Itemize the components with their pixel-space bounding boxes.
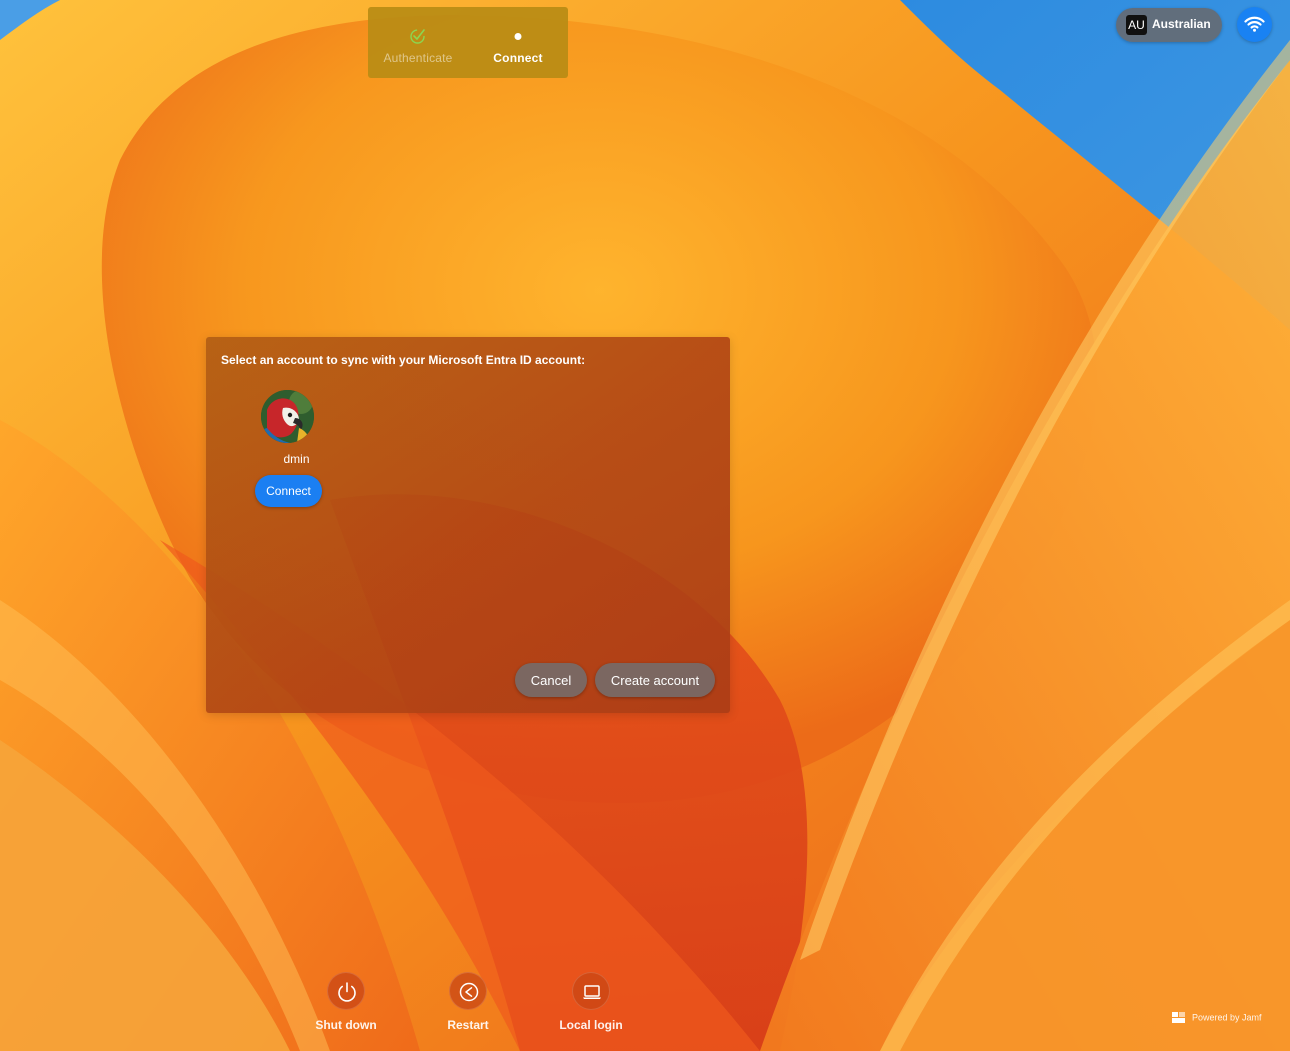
powered-by-footer: Powered by Jamf: [1172, 1012, 1262, 1026]
restart-icon: [459, 982, 479, 1002]
dot-icon: [514, 33, 522, 40]
login-screen: Authenticate Connect AU Australian Selec…: [0, 0, 1290, 1051]
dialog-title: Select an account to sync with your Micr…: [221, 353, 586, 367]
step-authenticate: Authenticate: [368, 7, 468, 78]
step-label: Authenticate: [383, 51, 453, 65]
local-login-label: Local login: [559, 1018, 623, 1032]
checkmark-icon: [410, 29, 425, 44]
laptop-icon: [583, 985, 601, 999]
keyboard-layout-badge: AU: [1126, 15, 1147, 35]
local-login-button[interactable]: Local login: [541, 972, 641, 1032]
power-icon: [338, 982, 356, 1002]
shutdown-circle[interactable]: [327, 972, 365, 1010]
jamf-logo-icon: [1172, 1012, 1185, 1024]
connect-button[interactable]: Connect: [255, 475, 322, 507]
step-connect: Connect: [468, 7, 568, 78]
shutdown-label: Shut down: [315, 1018, 377, 1032]
parrot-avatar: [261, 390, 314, 443]
restart-circle[interactable]: [449, 972, 487, 1010]
keyboard-input-selector[interactable]: AU Australian: [1116, 8, 1222, 42]
create-account-button[interactable]: Create account: [595, 663, 715, 697]
cancel-button[interactable]: Cancel: [515, 663, 587, 697]
wifi-button[interactable]: [1237, 7, 1272, 42]
progress-indicator: Authenticate Connect: [368, 7, 568, 78]
step-label: Connect: [493, 51, 543, 65]
account-name: dmin: [283, 452, 310, 466]
keyboard-layout-label: Australian: [1152, 17, 1211, 31]
shutdown-button[interactable]: Shut down: [296, 972, 396, 1032]
restart-label: Restart: [447, 1018, 489, 1032]
powered-by-text: Powered by Jamf: [1192, 1012, 1262, 1023]
account-sync-dialog: Select an account to sync with your Micr…: [206, 337, 730, 713]
restart-button[interactable]: Restart: [418, 972, 518, 1032]
wifi-icon: [1244, 16, 1265, 32]
local-login-circle[interactable]: [572, 972, 610, 1010]
